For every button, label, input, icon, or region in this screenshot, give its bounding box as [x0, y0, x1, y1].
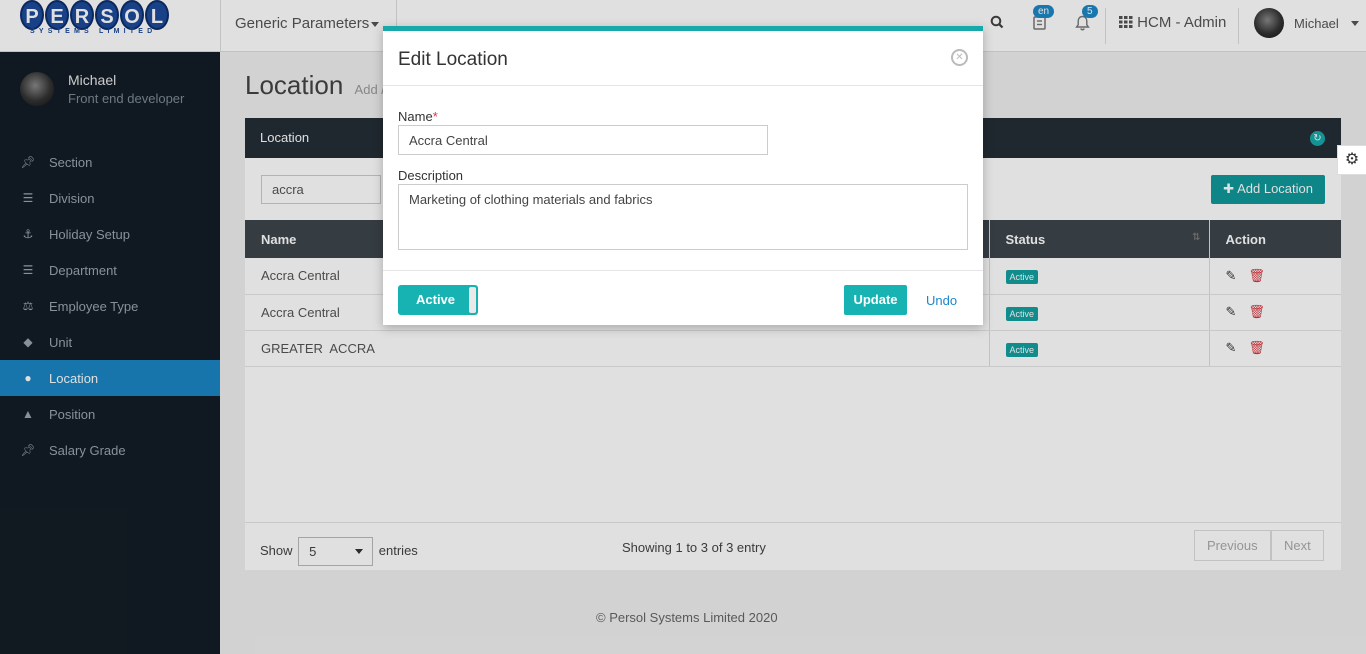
edit-location-modal: Edit Location ✕ Name* Accra Central Desc…	[383, 26, 983, 325]
description-label: Description	[398, 168, 464, 183]
name-field[interactable]: Accra Central	[398, 125, 768, 155]
description-field[interactable]: Marketing of clothing materials and fabr…	[398, 184, 968, 250]
name-label: Name*	[398, 109, 438, 124]
toggle-knob	[469, 287, 476, 313]
modal-title: Edit Location	[398, 49, 508, 70]
settings-gear-icon[interactable]: ⚙︎	[1337, 145, 1366, 175]
divider	[383, 270, 983, 271]
divider	[383, 85, 983, 86]
required-mark: *	[432, 109, 438, 124]
active-toggle[interactable]: Active	[398, 285, 478, 315]
name-label-text: Name	[398, 109, 433, 124]
undo-link[interactable]: Undo	[926, 293, 957, 308]
update-button[interactable]: Update	[844, 285, 907, 315]
toggle-label: Active	[416, 292, 456, 307]
close-icon[interactable]: ✕	[951, 49, 968, 66]
